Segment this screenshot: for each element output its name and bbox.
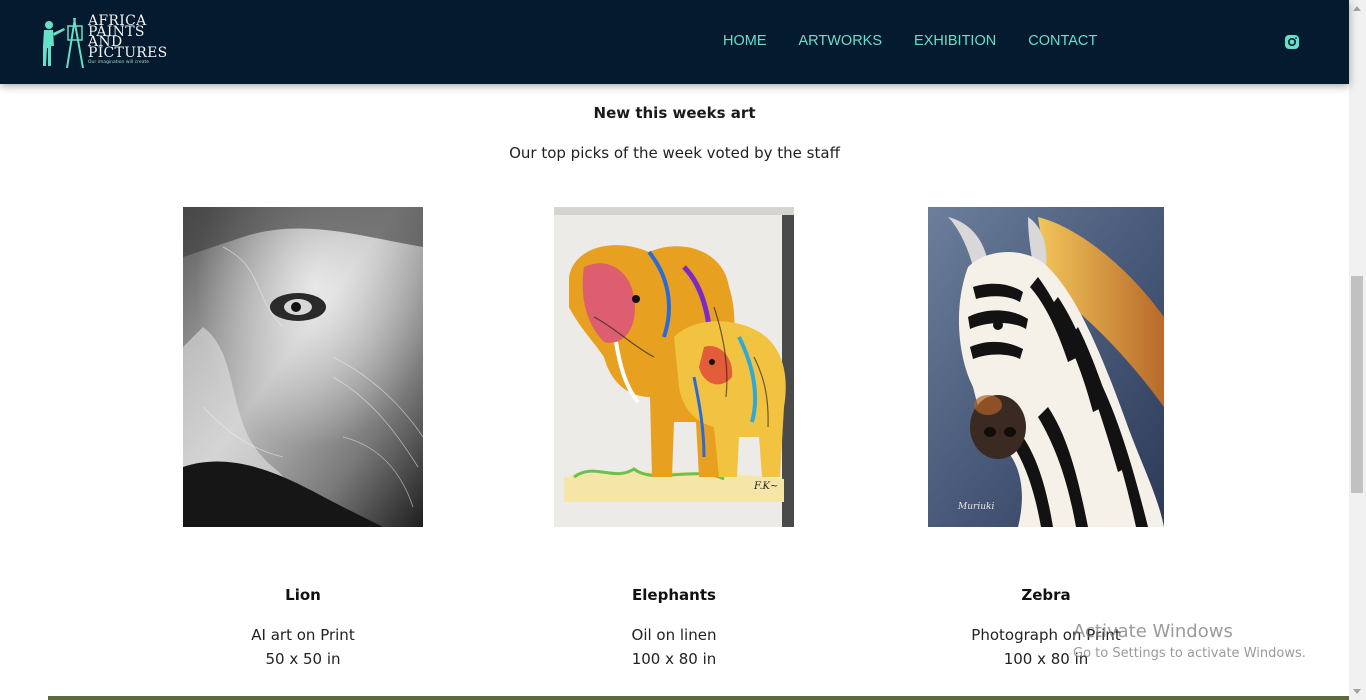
site-header: AFRICA PAINTS AND PICTURES Our imaginati… [0,0,1349,84]
artwork-card-zebra[interactable]: Muriuki Zebra Photograph on Print 100 x … [928,207,1164,668]
scrollbar-thumb[interactable] [1351,276,1363,493]
site-logo[interactable]: AFRICA PAINTS AND PICTURES Our imaginati… [40,14,168,70]
nav-home[interactable]: HOME [723,33,767,49]
next-section-edge [48,696,1349,700]
logo-line: PICTURES [88,44,168,61]
artwork-size: 100 x 80 in [631,650,717,668]
artwork-medium: AI art on Print [251,626,355,644]
logo-tagline: Our imagination will create [88,60,149,65]
artwork-card-lion[interactable]: Lion AI art on Print 50 x 50 in [183,207,423,668]
artwork-size: 100 x 80 in [1003,650,1089,668]
artwork-medium: Photograph on Print [971,626,1121,644]
vertical-scrollbar[interactable] [1349,0,1366,700]
main-navigation: HOME ARTWORKS EXHIBITION CONTACT [723,33,1129,49]
scroll-up-arrow-icon[interactable] [1353,6,1361,11]
instagram-icon[interactable] [1284,34,1300,50]
section-title: New this weeks art [593,104,756,122]
elephants-artwork-image[interactable]: F.K~ [554,207,794,527]
artwork-card-elephants[interactable]: F.K~ Elephants Oil on linen 100 x 80 in [554,207,794,668]
svg-text:F.K~: F.K~ [753,481,778,492]
lion-artwork-image[interactable] [183,207,423,527]
section-subtitle: Our top picks of the week voted by the s… [509,144,840,162]
painter-easel-icon [43,18,84,68]
svg-text:Muriuki: Muriuki [957,502,994,512]
nav-artworks[interactable]: ARTWORKS [799,33,883,49]
artwork-title: Elephants [632,586,716,604]
artwork-title: Lion [285,586,321,604]
artwork-title: Zebra [1021,586,1071,604]
logo-wordmark: AFRICA PAINTS AND PICTURES [88,14,168,61]
scroll-down-arrow-icon[interactable] [1353,689,1361,694]
artwork-size: 50 x 50 in [265,650,341,668]
nav-contact[interactable]: CONTACT [1028,33,1097,49]
nav-exhibition[interactable]: EXHIBITION [914,33,996,49]
artwork-medium: Oil on linen [631,626,717,644]
zebra-artwork-image[interactable]: Muriuki [928,207,1164,527]
